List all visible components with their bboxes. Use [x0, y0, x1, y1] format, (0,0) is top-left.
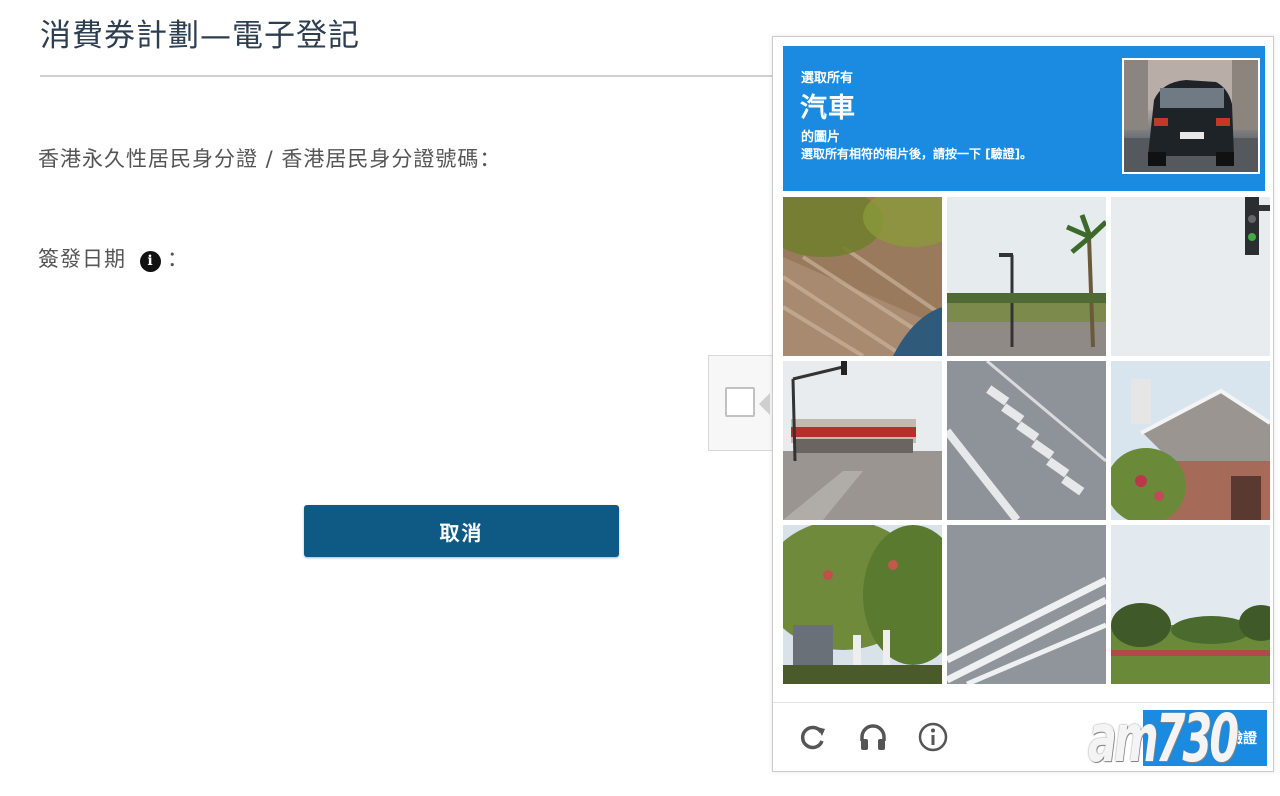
- reload-icon[interactable]: [797, 721, 829, 753]
- id-number-label: 香港永久性居民身分證 / 香港居民身分證號碼：: [38, 147, 502, 171]
- cancel-button[interactable]: 取消: [304, 505, 619, 557]
- tile-house[interactable]: [1111, 361, 1270, 520]
- tile-grid: [783, 197, 1270, 689]
- recaptcha-checkbox[interactable]: [725, 387, 755, 417]
- sample-car-image: [1122, 58, 1260, 174]
- tile-field-trees[interactable]: [1111, 525, 1270, 684]
- challenge-header: 選取所有 汽車 的圖片 選取所有相符的相片後，請按一下 [驗證]。: [783, 46, 1265, 191]
- tile-crosswalk[interactable]: [947, 361, 1106, 520]
- header-select-all: 選取所有: [801, 71, 854, 86]
- issue-date-row: 簽發日期 i ：: [38, 243, 189, 273]
- title-divider: [40, 75, 780, 77]
- tile-road-lines[interactable]: [947, 525, 1106, 684]
- issue-date-colon: ：: [167, 247, 189, 271]
- tile-roof-foliage[interactable]: [783, 197, 942, 356]
- header-images-of: 的圖片: [801, 130, 841, 145]
- info-circle-icon[interactable]: [917, 721, 949, 753]
- headphones-icon[interactable]: [857, 721, 889, 753]
- tile-palm-street[interactable]: [947, 197, 1106, 356]
- header-target: 汽車: [800, 93, 856, 124]
- info-icon[interactable]: i: [140, 251, 161, 272]
- tile-traffic-light-edge[interactable]: [1111, 197, 1270, 356]
- tile-gas-station[interactable]: [783, 361, 942, 520]
- issue-date-label: 簽發日期: [38, 247, 126, 271]
- anchor-arrow: [759, 393, 770, 415]
- tile-trees[interactable]: [783, 525, 942, 684]
- header-instruction: 選取所有相符的相片後，請按一下 [驗證]。: [801, 147, 1033, 161]
- watermark-logo: am730: [1088, 700, 1239, 777]
- page-title: 消費券計劃—電子登記: [40, 18, 360, 54]
- recaptcha-challenge: 選取所有 汽車 的圖片 選取所有相符的相片後，請按一下 [驗證]。 驗證: [772, 36, 1274, 772]
